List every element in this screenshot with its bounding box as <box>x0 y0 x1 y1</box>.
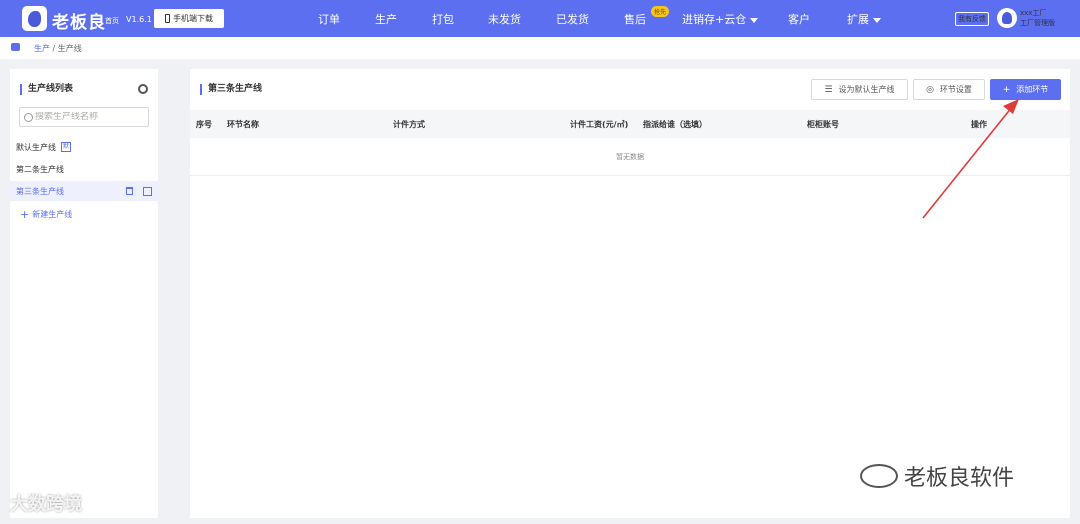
nav-inventory[interactable]: 进销存+云仓 <box>682 11 759 27</box>
page-title: 第三条生产线 <box>200 84 262 95</box>
column-header-step-name: 环节名称 <box>227 120 259 129</box>
step-settings-label: 环节设置 <box>939 85 972 94</box>
new-badge: 抢先 <box>651 6 670 17</box>
gear-icon[interactable] <box>138 84 148 94</box>
nav-inventory-label: 进销存+云仓 <box>682 13 747 26</box>
app-logo[interactable] <box>22 6 47 31</box>
user-icon <box>1002 12 1012 24</box>
table-header <box>190 110 1070 138</box>
watermark-right-text: 老板良软件 <box>904 466 1015 491</box>
add-step-button[interactable]: + 添加环节 <box>990 79 1061 100</box>
user-info[interactable]: xxx工厂 工厂管理版 <box>1020 8 1055 28</box>
nav-packing[interactable]: 打包 <box>432 11 454 27</box>
search-input[interactable] <box>35 112 145 122</box>
feedback-button[interactable]: 我有反馈 <box>955 12 989 26</box>
edit-icon[interactable] <box>143 187 152 196</box>
caret-down-icon <box>873 17 881 23</box>
line-item-default[interactable]: 默认生产线 默 <box>10 137 158 157</box>
wechat-icon <box>860 464 898 488</box>
nav-shipped[interactable]: 已发货 <box>556 11 589 27</box>
column-header-account: 柜柜账号 <box>807 120 839 129</box>
logo-bird-icon <box>28 10 41 27</box>
breadcrumb-bar <box>0 37 1080 59</box>
avatar[interactable] <box>997 8 1017 28</box>
column-header-assignee: 指派给谁（选填） <box>643 120 707 129</box>
nav-production[interactable]: 生产 <box>375 11 397 27</box>
breadcrumb-separator: / <box>52 44 56 53</box>
empty-state: 暂无数据 <box>190 138 1070 176</box>
home-link[interactable]: 首页 <box>105 16 119 26</box>
breadcrumb: 生产 / 生产线 <box>34 43 82 54</box>
search-box[interactable] <box>19 107 149 127</box>
breadcrumb-current: 生产线 <box>57 44 82 53</box>
phone-icon <box>165 14 170 23</box>
brand-name[interactable]: 老板良 <box>52 8 106 33</box>
settings-circle-icon: ◎ <box>926 84 934 95</box>
search-icon <box>24 112 33 122</box>
trash-icon[interactable] <box>126 187 133 195</box>
panel-title: 生产线列表 <box>20 84 73 95</box>
step-settings-button[interactable]: ◎ 环节设置 <box>913 79 985 100</box>
nav-extensions-label: 扩展 <box>847 13 869 26</box>
nav-customers[interactable]: 客户 <box>788 11 810 27</box>
mobile-download-label: 手机端下载 <box>173 14 213 23</box>
nav-unshipped[interactable]: 未发货 <box>488 11 521 27</box>
default-tag: 默 <box>61 142 72 152</box>
user-name: xxx工厂 <box>1020 9 1047 17</box>
collapse-menu-icon[interactable] <box>11 43 20 51</box>
user-role: 工厂管理版 <box>1020 19 1055 27</box>
plus-icon: + <box>1002 84 1011 95</box>
nav-orders[interactable]: 订单 <box>318 11 340 27</box>
column-header-index: 序号 <box>196 120 212 129</box>
nav-after-sales[interactable]: 售后 <box>624 11 646 27</box>
line-item-second[interactable]: 第二条生产线 <box>10 159 158 179</box>
column-header-piece-wage: 计件工资(元/㎡) <box>570 120 629 129</box>
nav-extensions[interactable]: 扩展 <box>847 11 881 27</box>
line-item-third[interactable]: 第三条生产线 <box>10 181 158 201</box>
sliders-icon: ☰ <box>824 84 833 95</box>
set-default-label: 设为默认生产线 <box>838 85 895 94</box>
caret-down-icon <box>750 17 759 23</box>
watermark-right: 老板良软件 <box>860 460 1014 492</box>
add-step-label: 添加环节 <box>1016 85 1049 94</box>
line-item-label: 第二条生产线 <box>16 164 64 174</box>
breadcrumb-parent[interactable]: 生产 <box>34 44 50 53</box>
column-header-piece-method: 计件方式 <box>393 120 425 129</box>
plus-icon: + <box>20 208 30 221</box>
line-item-label: 第三条生产线 <box>16 186 64 196</box>
watermark-left: 大数跨境 <box>10 494 82 515</box>
version-label: V1.6.1 <box>126 15 152 24</box>
column-header-actions: 操作 <box>971 120 987 129</box>
new-line-button[interactable]: + 新建生产线 <box>20 208 72 221</box>
mobile-download-button[interactable]: 手机端下载 <box>154 9 224 28</box>
set-default-button[interactable]: ☰ 设为默认生产线 <box>811 79 908 100</box>
new-line-label: 新建生产线 <box>32 210 73 219</box>
line-item-label: 默认生产线 <box>16 142 56 152</box>
